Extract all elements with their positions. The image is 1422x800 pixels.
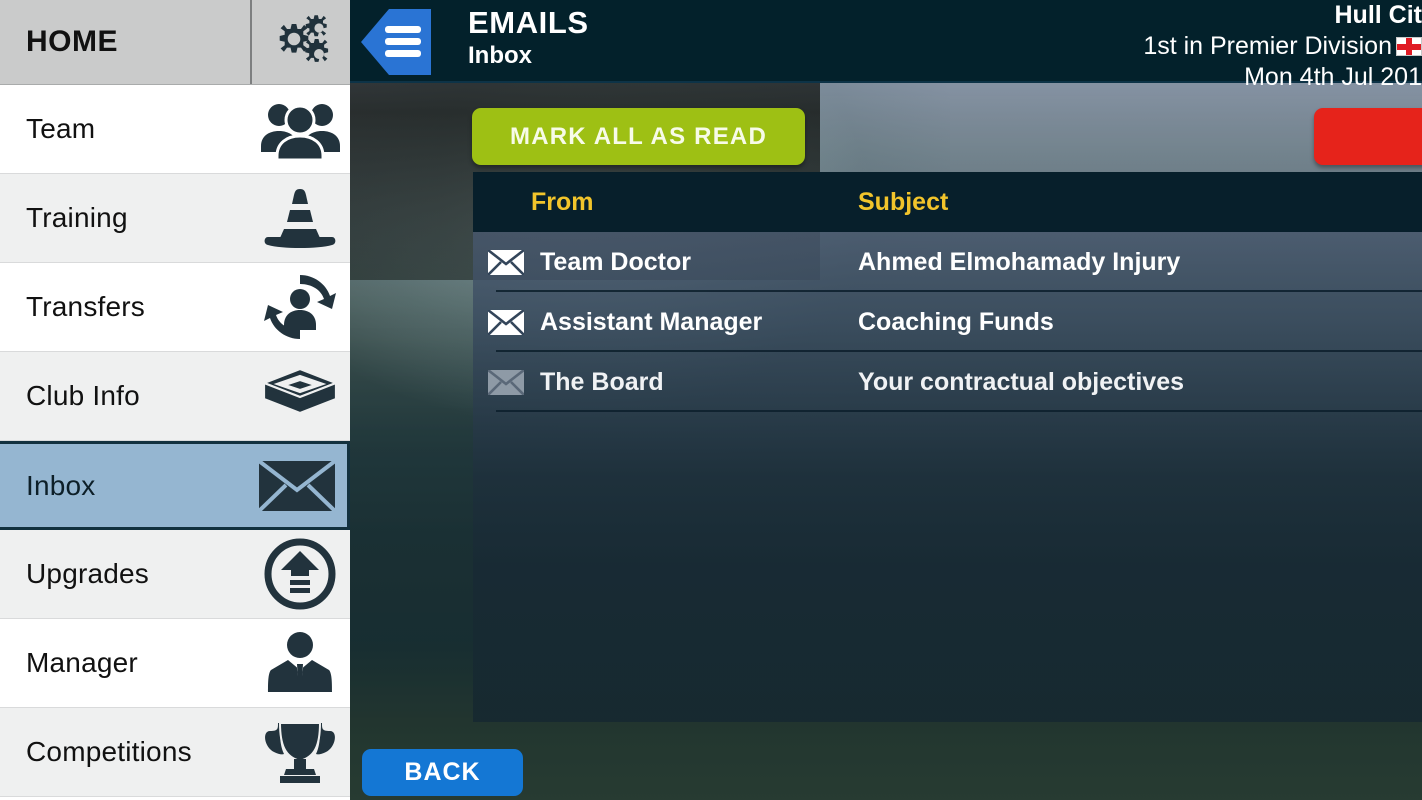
game-date: Mon 4th Jul 201 xyxy=(1244,63,1422,91)
top-header-bar: EMAILS Inbox Hull Cit 1st in Premier Div… xyxy=(350,0,1422,91)
league-position-row: 1st in Premier Division xyxy=(1143,31,1422,62)
sidebar-item-label: Training xyxy=(26,202,128,233)
table-row[interactable]: Assistant Manager Coaching Funds xyxy=(473,292,1422,352)
mark-all-as-read-button[interactable]: MARK ALL AS READ xyxy=(472,108,805,165)
email-subject: Ahmed Elmohamady Injury xyxy=(858,247,1181,276)
email-from-cell: Assistant Manager xyxy=(473,308,858,337)
email-from: The Board xyxy=(540,367,664,396)
back-button[interactable]: BACK xyxy=(362,749,523,796)
page-subtitle: Inbox xyxy=(468,42,532,69)
back-button-label: BACK xyxy=(404,758,481,786)
email-subject: Coaching Funds xyxy=(858,307,1054,336)
sidebar-item-label: Transfers xyxy=(26,291,146,322)
hamburger-menu-icon[interactable] xyxy=(359,7,432,77)
sidebar-item-label: Competitions xyxy=(26,736,192,767)
stadium-icon xyxy=(250,352,350,440)
unread-envelope-icon xyxy=(488,309,524,335)
delete-all-button[interactable] xyxy=(1314,108,1422,165)
email-from: Assistant Manager xyxy=(540,307,763,336)
club-status-block: Hull Cit 1st in Premier Division Mon 4th… xyxy=(1143,0,1422,93)
sidebar-item-label: Inbox xyxy=(26,469,96,501)
trophy-icon xyxy=(250,708,350,796)
table-row[interactable]: Team Doctor Ahmed Elmohamady Injury xyxy=(473,232,1422,292)
sidebar-item-transfers[interactable]: Transfers xyxy=(0,263,350,352)
upgrade-arrow-icon xyxy=(250,530,350,618)
england-flag-icon xyxy=(1396,37,1422,56)
mark-all-as-read-label: MARK ALL AS READ xyxy=(510,122,767,150)
email-list-panel: From Subject Team Doctor Ahmed Elmohamad… xyxy=(473,172,1422,722)
main-sidebar: HOME Team Training Transfers Club Info I… xyxy=(0,0,350,800)
email-subject: Your contractual objectives xyxy=(858,367,1185,396)
unread-envelope-icon xyxy=(488,249,524,275)
sidebar-item-competitions[interactable]: Competitions xyxy=(0,708,350,797)
sidebar-item-label: Team xyxy=(26,113,96,144)
page-title-block: EMAILS Inbox xyxy=(468,4,589,70)
read-envelope-icon xyxy=(488,369,524,395)
sidebar-item-label: Club Info xyxy=(26,380,140,411)
sidebar-item-label: Upgrades xyxy=(26,558,150,589)
email-from-cell: The Board xyxy=(473,368,858,397)
sidebar-item-manager[interactable]: Manager xyxy=(0,619,350,708)
table-row[interactable]: The Board Your contractual objectives xyxy=(473,352,1422,412)
manager-suit-icon xyxy=(250,619,350,707)
transfer-person-icon xyxy=(250,263,350,351)
sidebar-header-home[interactable]: HOME xyxy=(0,0,350,85)
email-from: Team Doctor xyxy=(540,247,691,276)
sidebar-item-team[interactable]: Team xyxy=(0,85,350,174)
sidebar-item-upgrades[interactable]: Upgrades xyxy=(0,530,350,619)
email-from-cell: Team Doctor xyxy=(473,248,858,277)
club-name: Hull Cit xyxy=(1334,1,1422,29)
column-header-subject: Subject xyxy=(858,187,949,216)
email-table-body: Team Doctor Ahmed Elmohamady Injury Assi… xyxy=(473,232,1422,722)
sidebar-item-label: Manager xyxy=(26,647,138,678)
traffic-cone-icon xyxy=(250,174,350,262)
column-header-from: From xyxy=(531,187,594,216)
page-title: EMAILS xyxy=(468,5,589,40)
email-table-header: From Subject xyxy=(473,172,1422,232)
sidebar-item-training[interactable]: Training xyxy=(0,174,350,263)
envelope-icon xyxy=(247,444,347,527)
team-group-icon xyxy=(250,85,350,173)
league-position: 1st in Premier Division xyxy=(1143,32,1392,60)
sidebar-item-inbox[interactable]: Inbox xyxy=(0,441,350,530)
gears-icon[interactable] xyxy=(250,0,350,84)
sidebar-item-club-info[interactable]: Club Info xyxy=(0,352,350,441)
sidebar-header-label: HOME xyxy=(26,25,118,58)
